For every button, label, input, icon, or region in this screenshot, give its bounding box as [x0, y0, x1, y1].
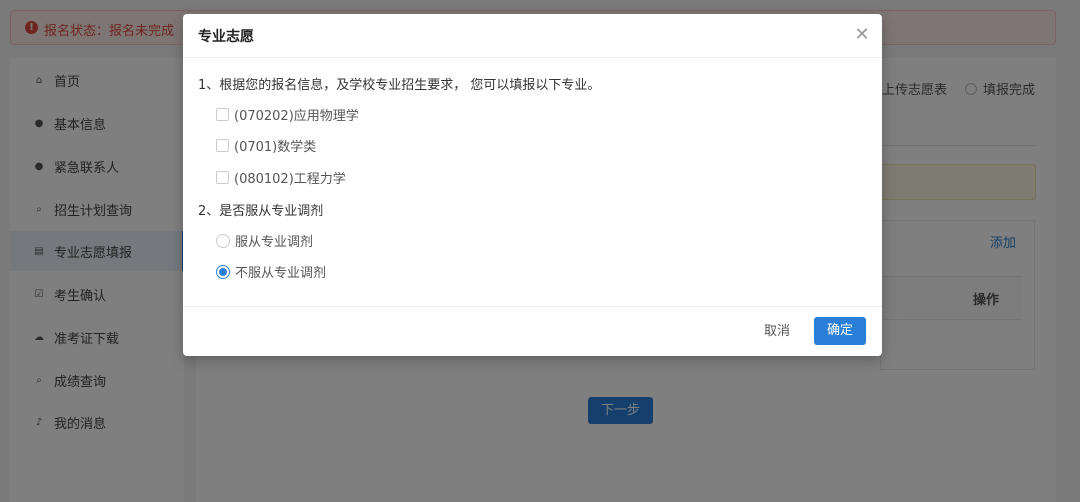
adjust-option-accept[interactable]: 服从专业调剂 — [216, 231, 313, 250]
cancel-button[interactable]: 取消 — [753, 318, 801, 346]
major-label: (080102)工程力学 — [234, 172, 346, 187]
modal-header: 专业志愿 ✕ — [183, 14, 882, 58]
adjust-radio[interactable] — [216, 233, 230, 248]
adjust-radio-selected[interactable] — [216, 264, 230, 279]
major-option[interactable]: (0701)数学类 — [216, 136, 316, 155]
major-option[interactable]: (070202)应用物理学 — [216, 105, 359, 124]
question-1: 1、根据您的报名信息，及学校专业招生要求， 您可以填报以下专业。 — [198, 78, 601, 93]
major-checkbox[interactable] — [216, 108, 229, 121]
modal-footer: 取消 确定 — [183, 306, 882, 356]
major-label: (070202)应用物理学 — [234, 109, 359, 124]
major-checkbox[interactable] — [216, 139, 229, 152]
question-2: 2、是否服从专业调剂 — [198, 204, 324, 219]
adjust-option-decline[interactable]: 不服从专业调剂 — [216, 262, 326, 281]
major-preference-modal: 专业志愿 ✕ 1、根据您的报名信息，及学校专业招生要求， 您可以填报以下专业。 … — [183, 14, 882, 356]
adjust-label: 服从专业调剂 — [235, 235, 314, 250]
adjust-label: 不服从专业调剂 — [235, 266, 327, 281]
major-option[interactable]: (080102)工程力学 — [216, 168, 346, 187]
major-checkbox[interactable] — [216, 171, 229, 184]
modal-title: 专业志愿 — [198, 29, 254, 45]
major-label: (0701)数学类 — [234, 140, 317, 155]
confirm-button[interactable]: 确定 — [814, 317, 866, 345]
close-icon[interactable]: ✕ — [852, 25, 872, 45]
